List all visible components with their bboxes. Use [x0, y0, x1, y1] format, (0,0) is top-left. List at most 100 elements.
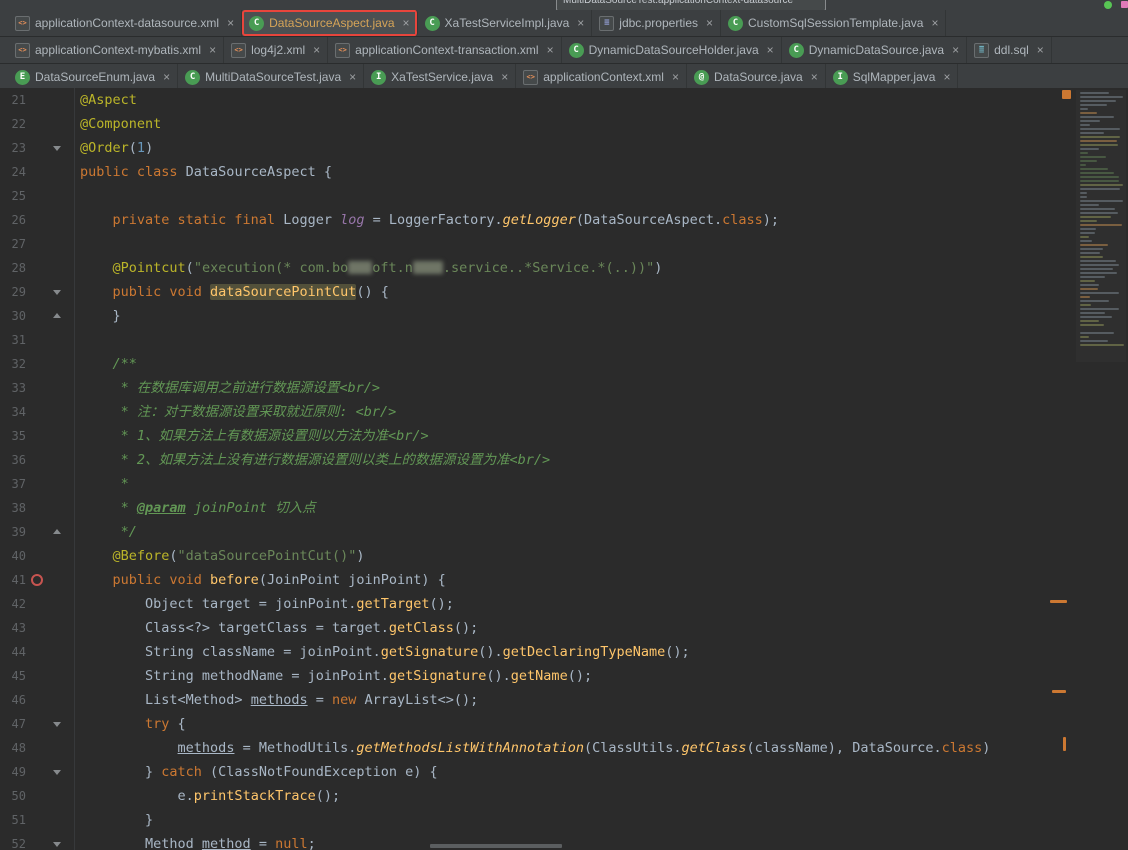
tab-close-icon[interactable]: × [706, 17, 713, 29]
tab-label: log4j2.xml [251, 43, 306, 57]
code-line: 33 * 在数据库调用之前进行数据源设置<br/> [0, 376, 1128, 400]
tab-close-icon[interactable]: × [313, 44, 320, 56]
hscroll-thumb[interactable] [430, 844, 562, 848]
code-text[interactable]: Class<?> targetClass = target.getClass()… [74, 616, 1128, 640]
tab-close-icon[interactable]: × [952, 44, 959, 56]
tab-datasourceaspect-java[interactable]: C DataSourceAspect.java × [242, 10, 418, 36]
code-text[interactable]: * 1、如果方法上有数据源设置则以方法为准<br/> [74, 424, 1128, 448]
code-text[interactable] [74, 232, 1128, 256]
line-number: 46 [11, 693, 26, 707]
code-text[interactable]: Object target = joinPoint.getTarget(); [74, 592, 1128, 616]
tab-close-icon[interactable]: × [403, 17, 410, 29]
code-text[interactable]: * [74, 472, 1128, 496]
line-number: 32 [11, 357, 26, 371]
tab-dynamicdatasourceholder-java[interactable]: C DynamicDataSourceHolder.java × [562, 37, 782, 63]
code-text[interactable]: * 在数据库调用之前进行数据源设置<br/> [74, 376, 1128, 400]
tab-multidatasourcetest-java[interactable]: C MultiDataSourceTest.java × [178, 64, 365, 90]
code-text[interactable]: methods = MethodUtils.getMethodsListWith… [74, 736, 1128, 760]
tab-close-icon[interactable]: × [931, 17, 938, 29]
code-text[interactable]: @Order(1) [74, 136, 1128, 160]
stripe-dash-2[interactable] [1052, 690, 1066, 693]
code-text[interactable]: try { [74, 712, 1128, 736]
code-text[interactable]: @Component [74, 112, 1128, 136]
gutter: 34 [0, 400, 74, 424]
class-file-icon: C [185, 69, 201, 85]
tab-xatestservice-java[interactable]: I XaTestService.java × [364, 64, 517, 90]
tab-close-icon[interactable]: × [767, 44, 774, 56]
tab-sqlmapper-java[interactable]: I SqlMapper.java × [826, 64, 959, 90]
code-text[interactable]: e.printStackTrace(); [74, 784, 1128, 808]
tab-dynamicdatasource-java[interactable]: C DynamicDataSource.java × [782, 37, 968, 63]
tab-close-icon[interactable]: × [943, 71, 950, 83]
tab-close-icon[interactable]: × [163, 71, 170, 83]
tab-close-icon[interactable]: × [349, 71, 356, 83]
tab-log4j2-xml[interactable]: <> log4j2.xml × [224, 37, 329, 63]
tab-applicationcontext-mybatis-xml[interactable]: <> applicationContext-mybatis.xml × [8, 37, 225, 63]
tab-close-icon[interactable]: × [811, 71, 818, 83]
fold-slot [48, 285, 66, 299]
stripe-dash-1[interactable] [1050, 600, 1067, 603]
code-text[interactable]: */ [74, 520, 1128, 544]
tab-close-icon[interactable]: × [547, 44, 554, 56]
code-token: getTarget [356, 596, 430, 612]
tab-customsqlsessiontemplate-java[interactable]: C CustomSqlSessionTemplate.java × [721, 10, 947, 36]
tab-applicationcontext-datasource-xml[interactable]: <> applicationContext-datasource.xml × [8, 10, 243, 36]
tab-close-icon[interactable]: × [501, 71, 508, 83]
fold-up-icon[interactable] [53, 525, 61, 534]
code-token: public void [80, 572, 211, 588]
code-text[interactable]: } catch (ClassNotFoundException e) { [74, 760, 1128, 784]
tab-close-icon[interactable]: × [577, 17, 584, 29]
tab-applicationcontext-transaction-xml[interactable]: <> applicationContext-transaction.xml × [328, 37, 562, 63]
code-text[interactable]: } [74, 808, 1128, 832]
code-text[interactable]: String methodName = joinPoint.getSignatu… [74, 664, 1128, 688]
code-text[interactable]: @Pointcut("execution(* com.bo oft.n .servi… [74, 256, 1128, 280]
code-text[interactable]: String className = joinPoint.getSignatur… [74, 640, 1128, 664]
code-text[interactable]: @Before("dataSourcePointCut()") [74, 544, 1128, 568]
code-text[interactable]: } [74, 304, 1128, 328]
code-text[interactable]: * @param joinPoint 切入点 [74, 496, 1128, 520]
code-line: 27 [0, 232, 1128, 256]
fold-down-icon[interactable] [53, 770, 61, 779]
minimap[interactable] [1076, 90, 1126, 362]
interface-file-icon: I [371, 69, 387, 85]
tab-label: CustomSqlSessionTemplate.java [748, 16, 924, 30]
aop-advice-icon[interactable] [31, 574, 43, 586]
fold-down-icon[interactable] [53, 842, 61, 850]
code-text[interactable] [74, 184, 1128, 208]
code-text[interactable]: * 注：对于数据源设置采取就近原则: <br/> [74, 400, 1128, 424]
code-text[interactable] [74, 328, 1128, 352]
fold-down-icon[interactable] [53, 146, 61, 155]
code-text[interactable]: public void dataSourcePointCut() { [74, 280, 1128, 304]
code-text[interactable]: * 2、如果方法上没有进行数据源设置则以类上的数据源设置为准<br/> [74, 448, 1128, 472]
code-text[interactable]: /** [74, 352, 1128, 376]
line-number: 34 [11, 405, 26, 419]
code-text[interactable]: @Aspect [74, 88, 1128, 112]
gutter: 35 [0, 424, 74, 448]
run-configuration-input[interactable]: MultiDataSourceTest.applicationContext-d… [556, 0, 826, 10]
tab-applicationcontext-xml[interactable]: <> applicationContext.xml × [516, 64, 687, 90]
code-text[interactable]: public void before(JoinPoint joinPoint) … [74, 568, 1128, 592]
gutter: 22 [0, 112, 74, 136]
code-text[interactable]: private static final Logger log = Logger… [74, 208, 1128, 232]
tab-datasourceenum-java[interactable]: E DataSourceEnum.java × [8, 64, 179, 90]
tab-datasource-java[interactable]: @ DataSource.java × [687, 64, 826, 90]
tab-ddl-sql[interactable]: ≣ ddl.sql × [967, 37, 1052, 63]
tab-jdbc-properties[interactable]: ≡ jdbc.properties × [592, 10, 722, 36]
minimap-row [1080, 152, 1089, 154]
fold-down-icon[interactable] [53, 722, 61, 731]
code-line: 29 public void dataSourcePointCut() { [0, 280, 1128, 304]
code-text[interactable]: public class DataSourceAspect { [74, 160, 1128, 184]
tab-close-icon[interactable]: × [672, 71, 679, 83]
tab-close-icon[interactable]: × [209, 44, 216, 56]
tab-close-icon[interactable]: × [1037, 44, 1044, 56]
fold-up-icon[interactable] [53, 309, 61, 318]
analysis-status-square[interactable] [1062, 90, 1071, 99]
tab-xatestserviceimpl-java[interactable]: C XaTestServiceImpl.java × [418, 10, 593, 36]
code-token: (); [315, 788, 341, 804]
code-text[interactable]: Method method = null; [74, 832, 1128, 850]
code-line: 49 } catch (ClassNotFoundException e) { [0, 760, 1128, 784]
tab-close-icon[interactable]: × [227, 17, 234, 29]
fold-down-icon[interactable] [53, 290, 61, 299]
code-text[interactable]: List<Method> methods = new ArrayList<>()… [74, 688, 1128, 712]
code-line: 41 public void before(JoinPoint joinPoin… [0, 568, 1128, 592]
